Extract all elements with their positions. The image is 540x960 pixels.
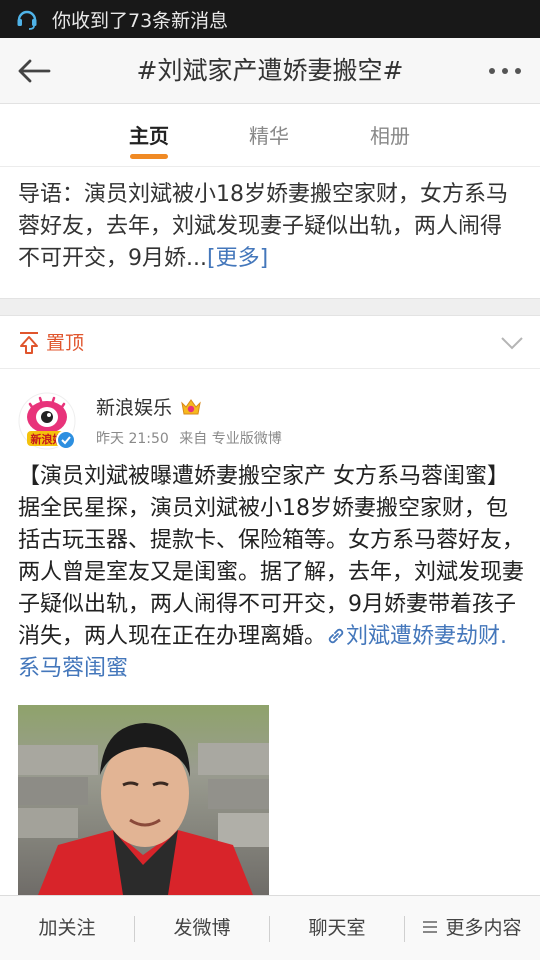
chat-room-button[interactable]: 聊天室 xyxy=(270,896,404,960)
post-text: 【演员刘斌被曝遭娇妻搬空家产 女方系马蓉闺蜜】据全民星探，演员刘斌被小18岁娇妻… xyxy=(18,464,525,649)
more-content-button[interactable]: 更多内容 xyxy=(405,896,540,960)
back-arrow-icon xyxy=(18,59,51,83)
pin-top-icon xyxy=(20,332,38,354)
author-avatar[interactable]: 新浪娱 xyxy=(18,392,76,450)
more-dots-icon xyxy=(489,68,521,74)
section-divider xyxy=(0,298,540,316)
author-name[interactable]: 新浪娱乐 xyxy=(96,393,172,420)
more-content-label: 更多内容 xyxy=(445,917,522,939)
notification-text[interactable]: 你收到了73条新消息 xyxy=(52,6,228,33)
more-options-button[interactable] xyxy=(482,52,528,90)
vip-crown-icon xyxy=(181,398,201,414)
compose-weibo-button[interactable]: 发微博 xyxy=(135,896,269,960)
author-row: 新浪娱乐 xyxy=(96,393,202,420)
post-meta: 昨天 21:50 来自 专业版微博 xyxy=(96,428,288,448)
intro-more-link[interactable]: [更多] xyxy=(207,246,268,271)
post-photo[interactable] xyxy=(18,705,269,895)
headset-notification-icon xyxy=(14,6,40,32)
pinned-header[interactable]: 置顶 xyxy=(0,317,540,369)
topic-intro: 导语：演员刘斌被小18岁娇妻搬空家财，女方系马蓉好友，去年，刘斌发现妻子疑似出轨… xyxy=(18,179,523,275)
top-nav-bar: #刘斌家产遭娇妻搬空# xyxy=(0,38,540,104)
follow-button[interactable]: 加关注 xyxy=(0,896,134,960)
post-content: 【演员刘斌被曝遭娇妻搬空家产 女方系马蓉闺蜜】据全民星探，演员刘斌被小18岁娇妻… xyxy=(18,461,526,685)
link-icon xyxy=(328,628,344,644)
active-tab-indicator xyxy=(130,154,168,159)
page-title: #刘斌家产遭娇妻搬空# xyxy=(136,56,404,85)
tab-album[interactable]: 相册 xyxy=(345,105,435,167)
chevron-down-icon[interactable] xyxy=(500,331,524,355)
tab-bar: 主页 精华 相册 xyxy=(0,105,540,167)
pinned-label: 置顶 xyxy=(46,332,85,354)
bottom-toolbar: 加关注 发微博 聊天室 更多内容 xyxy=(0,895,540,960)
status-bar: 你收到了73条新消息 xyxy=(0,0,540,38)
menu-icon xyxy=(423,921,438,933)
back-button[interactable] xyxy=(14,52,54,90)
post-source: 来自 专业版微博 xyxy=(179,431,282,447)
tab-featured[interactable]: 精华 xyxy=(224,105,314,167)
post-time: 昨天 21:50 xyxy=(96,431,169,447)
